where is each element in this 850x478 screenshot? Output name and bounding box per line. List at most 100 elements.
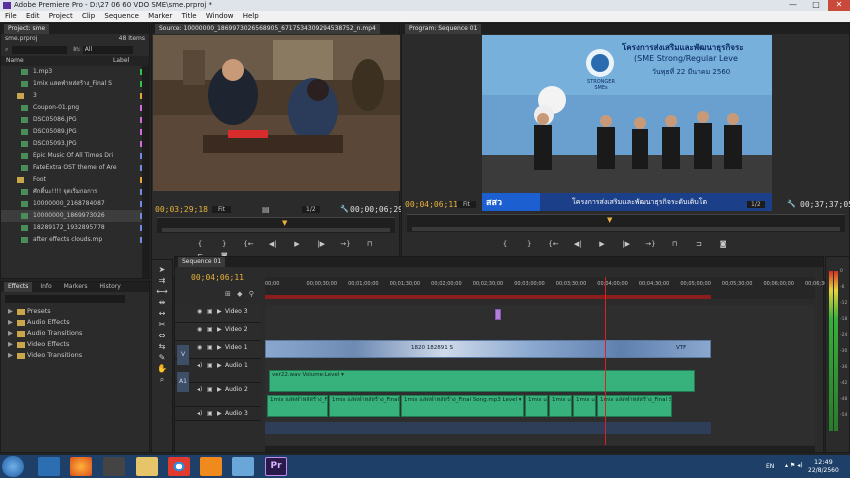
- project-search-input[interactable]: [12, 45, 68, 54]
- video-target-label[interactable]: V: [177, 345, 189, 365]
- effects-folder[interactable]: ▶ Audio Effects: [1, 317, 149, 328]
- tab-markers[interactable]: Markers: [60, 282, 92, 292]
- source-timecode[interactable]: 00;03;29;18: [155, 205, 208, 214]
- audio2-clip[interactable]: 1mix แสดพำหส่สร้าง_Final Song.mp3 Level …: [401, 395, 524, 417]
- start-button-icon[interactable]: [2, 456, 24, 477]
- project-item[interactable]: DSC05089.JPG: [1, 126, 149, 138]
- eye-icon[interactable]: ◉: [197, 308, 202, 315]
- lock-icon[interactable]: ▣: [207, 362, 213, 369]
- effects-search-input[interactable]: [5, 295, 125, 303]
- expand-track-icon[interactable]: ▶: [217, 326, 222, 333]
- pen-tool-icon[interactable]: ✎: [152, 352, 172, 363]
- source-fit-select[interactable]: Fit: [212, 206, 232, 213]
- maximize-button[interactable]: □: [805, 0, 827, 11]
- menu-help[interactable]: Help: [243, 12, 259, 20]
- source-timeruler[interactable]: ▼: [157, 217, 395, 233]
- source-playhead-marker[interactable]: ▼: [282, 219, 287, 227]
- expand-track-icon[interactable]: ▶: [217, 410, 222, 417]
- column-name[interactable]: Name: [6, 57, 24, 64]
- rolling-edit-tool-icon[interactable]: ⇹: [152, 297, 172, 308]
- rate-stretch-tool-icon[interactable]: ↔: [152, 308, 172, 319]
- program-timeruler[interactable]: ▼: [407, 214, 845, 232]
- ripple-edit-tool-icon[interactable]: ⟷: [152, 286, 172, 297]
- go-to-out-icon[interactable]: →}: [337, 238, 353, 250]
- program-step-back-icon[interactable]: ◀|: [570, 238, 586, 250]
- calculator-icon[interactable]: [103, 457, 125, 476]
- audio2-clip[interactable]: 1mix แสดพำหส่สร้าง_Final So: [329, 395, 400, 417]
- menu-clip[interactable]: Clip: [82, 12, 95, 20]
- tab-history[interactable]: History: [95, 282, 124, 292]
- step-back-icon[interactable]: ◀|: [265, 238, 281, 250]
- project-item[interactable]: 1mix แสดพำหส่สร้าง_Final S: [1, 78, 149, 90]
- extract-icon[interactable]: ⊐: [691, 238, 707, 250]
- go-to-in-icon[interactable]: {←: [240, 238, 256, 250]
- language-indicator[interactable]: EN: [766, 463, 774, 470]
- project-item[interactable]: 3: [1, 90, 149, 102]
- add-marker-icon[interactable]: ◆: [237, 290, 242, 298]
- expand-track-icon[interactable]: ▶: [217, 386, 222, 393]
- project-item[interactable]: 18289172_1932895778: [1, 222, 149, 234]
- program-wrench-icon[interactable]: 🔧: [787, 200, 796, 208]
- track-header-video[interactable]: ◉ ▣ ▶ Video 3: [175, 305, 261, 323]
- eye-icon[interactable]: ◉: [197, 344, 202, 351]
- program-fit-select[interactable]: Fit: [457, 201, 477, 208]
- hand-tool-icon[interactable]: ✋: [152, 363, 172, 374]
- audio2-clip[interactable]: 1mix แสดพำหส่สร้าง_Final Sc: [267, 395, 328, 417]
- razor-tool-icon[interactable]: ✂: [152, 319, 172, 330]
- project-item[interactable]: 10000000_1869973026: [1, 210, 149, 222]
- tab-project[interactable]: Project: sme: [4, 24, 50, 34]
- speaker-icon[interactable]: ◂): [197, 362, 202, 369]
- insert-icon[interactable]: ⊓: [362, 238, 378, 250]
- project-scrollbar[interactable]: [142, 66, 150, 278]
- menu-marker[interactable]: Marker: [148, 12, 172, 20]
- menu-title[interactable]: Title: [182, 12, 197, 20]
- project-item[interactable]: 10000000_2168784087: [1, 198, 149, 210]
- mark-out-icon[interactable]: }: [216, 238, 232, 250]
- tab-source[interactable]: Source: 10000000_1869973026568905_671753…: [155, 24, 380, 34]
- project-item[interactable]: ศักดิ์นะ!!!! จุดเริ่มกอการ: [1, 186, 149, 198]
- vlc-icon[interactable]: [200, 457, 222, 476]
- timeline-track-area[interactable]: 1820 182891 S VTF ver22.wav Volume:Level…: [265, 305, 815, 445]
- audio2-clip[interactable]: 1mix ua: [573, 395, 596, 417]
- program-zoom-bar[interactable]: [412, 227, 840, 231]
- program-play-icon[interactable]: ▶: [594, 238, 610, 250]
- program-mark-out-icon[interactable]: }: [521, 238, 537, 250]
- linked-selection-icon[interactable]: ⚲: [249, 290, 254, 298]
- close-button[interactable]: ✕: [828, 0, 850, 11]
- audio2-clip[interactable]: 1mix แสดพำหส่สร้าง_Final Sc: [597, 395, 672, 417]
- step-forward-icon[interactable]: |▶: [313, 238, 329, 250]
- expand-triangle-icon[interactable]: ▶: [8, 306, 13, 317]
- play-icon[interactable]: ▶: [289, 238, 305, 250]
- program-timecode[interactable]: 00;04;06;11: [405, 200, 458, 209]
- search-icon[interactable]: ⌕: [5, 46, 8, 53]
- track-header-video[interactable]: ◉ ▣ ▶ Video 2: [175, 323, 261, 341]
- audio2-clip[interactable]: 1mix ua: [549, 395, 572, 417]
- clock-date[interactable]: 22/8/2560: [808, 467, 839, 474]
- eye-icon[interactable]: ◉: [197, 326, 202, 333]
- snap-icon[interactable]: ⊞: [225, 290, 231, 298]
- tab-effects[interactable]: Effects: [4, 282, 33, 292]
- safe-margins-icon[interactable]: ▤: [262, 205, 270, 214]
- project-item[interactable]: Coupon-01.png: [1, 102, 149, 114]
- program-playhead-marker[interactable]: ▼: [607, 216, 612, 224]
- program-step-forward-icon[interactable]: |▶: [618, 238, 634, 250]
- effects-folder[interactable]: ▶ Audio Transitions: [1, 328, 149, 339]
- firefox-icon[interactable]: [70, 457, 92, 476]
- slip-tool-icon[interactable]: ⇔: [152, 330, 172, 341]
- project-item[interactable]: Epic Music Of All Times Dri: [1, 150, 149, 162]
- audio3-strip[interactable]: [265, 422, 711, 434]
- menu-project[interactable]: Project: [49, 12, 73, 20]
- zoom-tool-icon[interactable]: ⌕: [152, 374, 172, 385]
- project-item[interactable]: Foot: [1, 174, 149, 186]
- expand-track-icon[interactable]: ▶: [217, 362, 222, 369]
- project-item[interactable]: DSC05086.JPG: [1, 114, 149, 126]
- effects-folder[interactable]: ▶ Video Effects: [1, 339, 149, 350]
- chrome-icon[interactable]: [168, 457, 190, 476]
- source-zoom-bar[interactable]: [162, 228, 390, 232]
- lock-icon[interactable]: ▣: [207, 308, 213, 315]
- in-select[interactable]: All: [82, 45, 133, 54]
- project-item[interactable]: FateExtra OST theme of Are: [1, 162, 149, 174]
- project-item[interactable]: 1.mp3: [1, 66, 149, 78]
- minimize-button[interactable]: —: [782, 0, 804, 11]
- video2-clip-strip[interactable]: [265, 324, 711, 338]
